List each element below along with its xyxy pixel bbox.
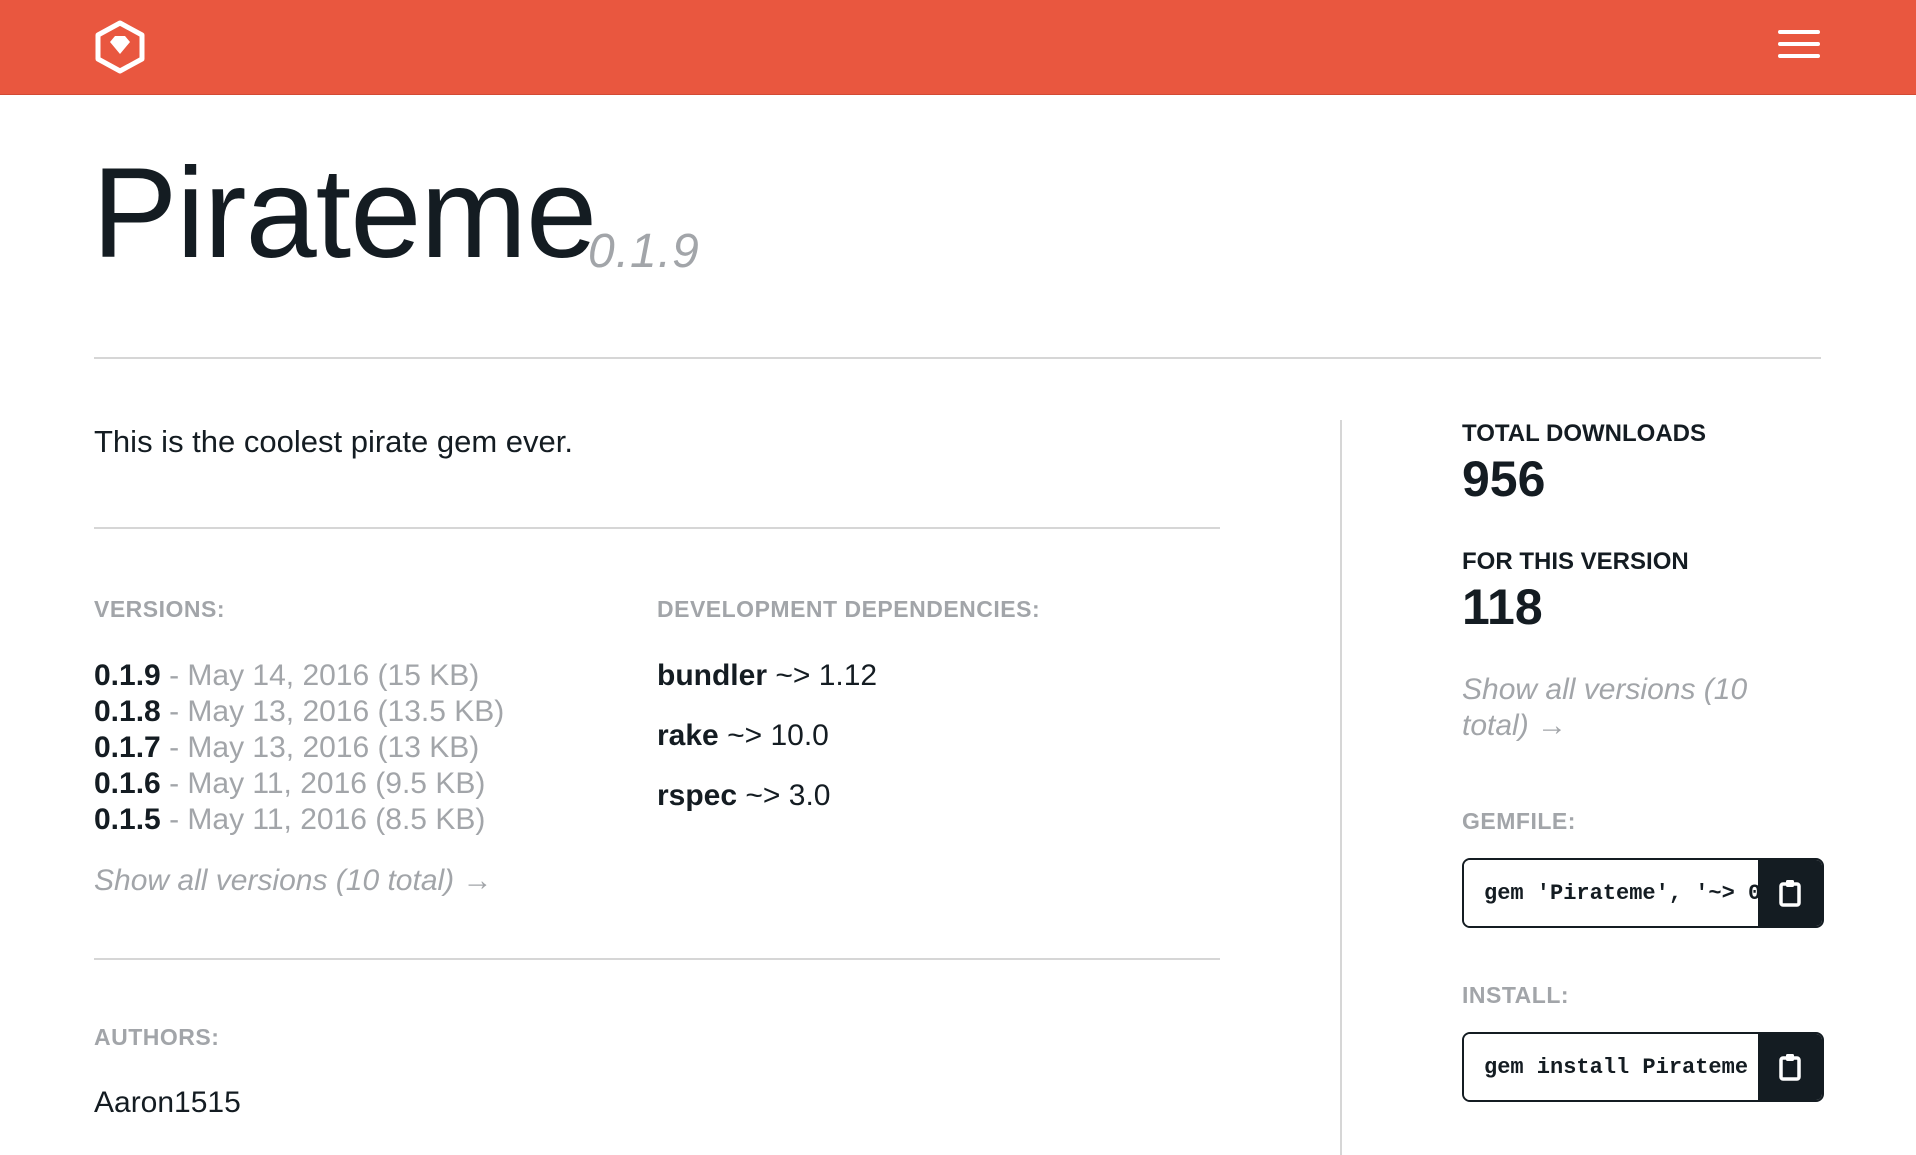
dev-dependencies-label: DEVELOPMENT DEPENDENCIES: [657, 596, 1041, 622]
list-item: bundler ~> 1.12 [657, 658, 877, 694]
hamburger-menu-icon[interactable] [1778, 30, 1820, 62]
authors-label: AUTHORS: [94, 1024, 220, 1050]
description-divider [94, 527, 1220, 529]
gemfile-label: GEMFILE: [1462, 808, 1576, 834]
version-meta: - May 13, 2016 (13.5 KB) [160, 695, 505, 728]
install-input[interactable] [1464, 1034, 1774, 1100]
version-meta: - May 11, 2016 (9.5 KB) [160, 767, 486, 800]
sidebar-divider [1340, 420, 1342, 1155]
copy-install-button[interactable] [1758, 1034, 1822, 1100]
show-all-versions-link[interactable]: Show all versions (10 total) → [94, 864, 493, 898]
list-item: 0.1.9 - May 14, 2016 (15 KB) [94, 658, 504, 694]
dependency-link[interactable]: rspec [657, 779, 737, 812]
version-link[interactable]: 0.1.8 [94, 695, 161, 728]
version-link[interactable]: 0.1.5 [94, 803, 161, 836]
version-downloads-count: 118 [1462, 579, 1543, 635]
version-downloads-label: FOR THIS VERSION [1462, 548, 1689, 575]
total-downloads-count: 956 [1462, 451, 1546, 507]
copy-gemfile-button[interactable] [1758, 860, 1822, 926]
version-link[interactable]: 0.1.7 [94, 731, 161, 764]
list-item: 0.1.6 - May 11, 2016 (9.5 KB) [94, 766, 504, 802]
list-item: 0.1.8 - May 13, 2016 (13.5 KB) [94, 694, 504, 730]
list-item: rspec ~> 3.0 [657, 778, 877, 814]
version-link[interactable]: 0.1.6 [94, 767, 161, 800]
version-link[interactable]: 0.1.9 [94, 659, 161, 692]
sidebar-show-all-versions-link[interactable]: Show all versions (10 total) → [1462, 672, 1782, 744]
clipboard-icon [1779, 880, 1801, 907]
install-label: INSTALL: [1462, 982, 1570, 1008]
rubygems-logo-icon[interactable] [94, 20, 146, 74]
dev-dependencies-list: bundler ~> 1.12 rake ~> 10.0 rspec ~> 3.… [657, 658, 877, 838]
title-divider [94, 357, 1821, 359]
version-meta: - May 11, 2016 (8.5 KB) [160, 803, 486, 836]
list-item: 0.1.7 - May 13, 2016 (13 KB) [94, 730, 504, 766]
clipboard-icon [1779, 1054, 1801, 1081]
versions-list: 0.1.9 - May 14, 2016 (15 KB) 0.1.8 - May… [94, 658, 504, 838]
list-item: rake ~> 10.0 [657, 718, 877, 754]
list-item: 0.1.5 - May 11, 2016 (8.5 KB) [94, 802, 504, 838]
versions-label: VERSIONS: [94, 596, 226, 622]
author-link[interactable]: Aaron1515 [94, 1086, 241, 1120]
gemfile-input[interactable] [1464, 860, 1774, 926]
version-meta: - May 14, 2016 (15 KB) [160, 659, 480, 692]
dependency-link[interactable]: rake [657, 719, 719, 752]
install-box [1462, 1032, 1824, 1102]
gem-description: This is the coolest pirate gem ever. [94, 424, 574, 459]
gemfile-box [1462, 858, 1824, 928]
dependency-link[interactable]: bundler [657, 659, 767, 692]
dependency-requirement: ~> 10.0 [718, 719, 829, 752]
versions-divider [94, 958, 1220, 960]
site-header [0, 0, 1916, 95]
dependency-requirement: ~> 1.12 [767, 659, 878, 692]
dependency-requirement: ~> 3.0 [737, 779, 831, 812]
gem-title: Pirateme [92, 142, 597, 285]
version-meta: - May 13, 2016 (13 KB) [160, 731, 480, 764]
total-downloads-label: TOTAL DOWNLOADS [1462, 420, 1706, 447]
gem-version: 0.1.9 [588, 225, 700, 278]
